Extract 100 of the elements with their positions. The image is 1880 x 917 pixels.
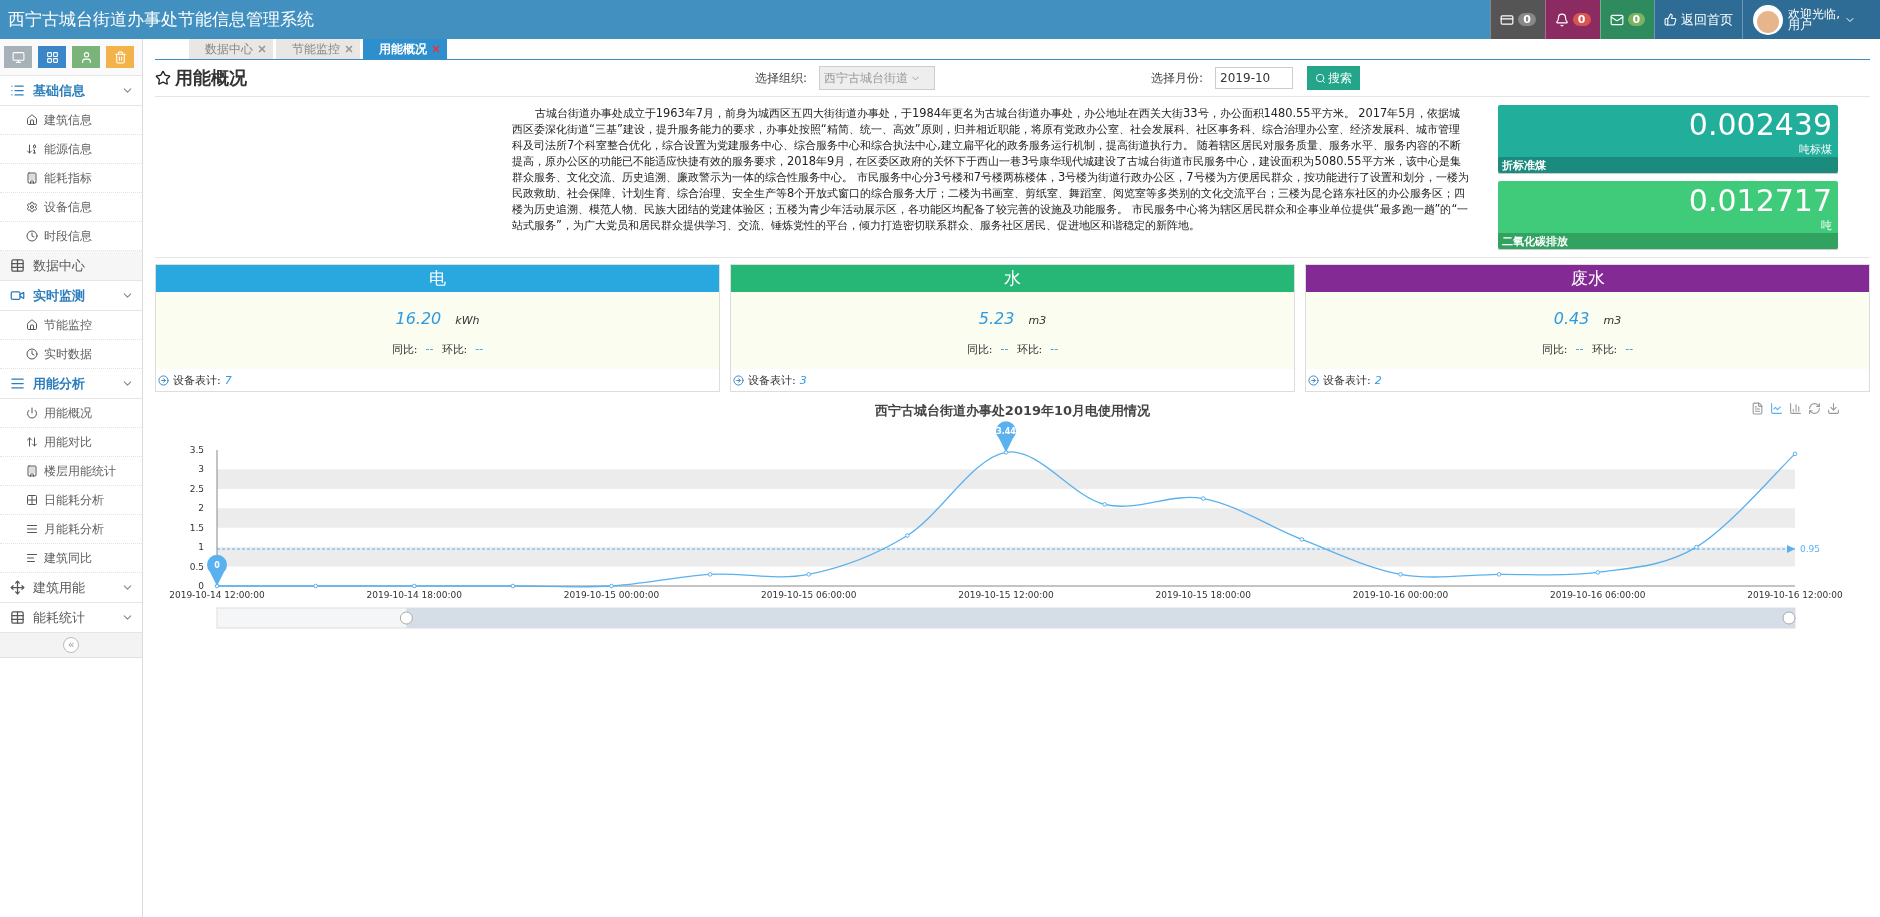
compare-label: 同比: [966, 342, 993, 357]
thumbs-up-icon [1664, 13, 1678, 26]
data-point [707, 572, 713, 577]
shortcut-button[interactable] [38, 46, 66, 68]
clock-icon [26, 230, 38, 242]
building-icon [26, 465, 38, 477]
compare-label: 环比: [1016, 342, 1043, 357]
usage-value: 16.20 [395, 309, 442, 328]
crosshair-icon [10, 580, 25, 595]
sidebar-subitem[interactable]: 能源信息 [0, 135, 142, 164]
usage-value: 0.43 [1553, 309, 1590, 328]
page-title: 用能概况 [155, 66, 755, 90]
download-icon [1827, 402, 1840, 415]
usage-unit: m3 [1028, 314, 1047, 327]
data-point [1102, 502, 1107, 507]
data-point [1003, 450, 1009, 455]
data-point [1694, 544, 1699, 550]
home-icon [26, 319, 38, 331]
stat-unit: 吨 [1820, 218, 1833, 233]
sidebar-subitem[interactable]: 节能监控 [0, 311, 142, 340]
arrow-up-down-icon [26, 436, 38, 448]
data-point [1792, 451, 1798, 457]
stat-unit: 吨标煤 [1798, 142, 1833, 157]
settings-icon [26, 201, 38, 213]
zoom-slider[interactable] [216, 607, 1796, 629]
data-point [1200, 496, 1206, 501]
org-label: 选择组织: [755, 69, 808, 87]
y-tick-label: 1.5 [189, 522, 204, 533]
meter-label: 设备表计: [748, 372, 796, 388]
y-tick-label: 3 [198, 464, 204, 475]
month-field[interactable]: 2019-10 [1215, 67, 1294, 89]
x-tick-label: 2019-10-16 12:00:00 [1747, 590, 1844, 600]
notification-button[interactable]: 0 [1544, 0, 1600, 39]
x-tick-label: 2019-10-15 12:00:00 [958, 590, 1055, 600]
bars-icon [26, 523, 38, 535]
sidebar-subitem[interactable]: 日能耗分析 [0, 486, 142, 515]
data-point [1496, 572, 1502, 577]
x-tick-label: 2019-10-15 06:00:00 [760, 590, 857, 600]
x-tick-label: 2019-10-14 12:00:00 [169, 590, 266, 600]
compare-value: -- [1575, 342, 1584, 357]
close-icon[interactable] [344, 44, 354, 54]
y-tick-label: 0.5 [189, 561, 204, 572]
video-camera-icon [10, 288, 25, 303]
bars-icon [10, 376, 25, 391]
y-tick-label: 1 [198, 542, 204, 553]
refresh-icon [1808, 402, 1821, 415]
x-tick-label: 2019-10-16 06:00:00 [1549, 590, 1646, 600]
star-icon [155, 70, 171, 86]
close-icon[interactable] [431, 44, 441, 54]
month-label: 选择月份: [1151, 69, 1204, 87]
close-icon[interactable] [257, 44, 267, 54]
marker-pin: 0 [207, 554, 227, 586]
grid-icon [45, 50, 59, 64]
home-link[interactable]: 返回首页 [1654, 0, 1743, 39]
app-title: 西宁古城台街道办事处节能信息管理系统 [7, 8, 315, 31]
sidebar-subitem[interactable]: 设备信息 [0, 193, 142, 222]
compare-label: 同比: [391, 342, 418, 357]
sidebar-subitem[interactable]: 建筑信息 [0, 106, 142, 135]
y-tick-label: 0 [198, 581, 205, 591]
search-icon [1315, 72, 1327, 84]
stat-label: 二氧化碳排放 [1498, 233, 1838, 250]
compare-label: 环比: [1591, 342, 1618, 357]
sidebar-item[interactable]: 数据中心 [0, 251, 142, 281]
data-point [1595, 570, 1601, 575]
power-icon [26, 407, 38, 419]
align-left-icon [26, 552, 38, 564]
clock-icon [26, 348, 38, 360]
sidebar-subitem[interactable]: 用能概况 [0, 399, 142, 428]
document-icon [1751, 402, 1764, 415]
x-tick-label: 2019-10-16 00:00:00 [1352, 590, 1449, 600]
building-icon [26, 172, 38, 184]
sidebar-subitem[interactable]: 能耗指标 [0, 164, 142, 193]
sidebar-subitem[interactable]: 用能对比 [0, 428, 142, 457]
arrow-right-icon [1308, 374, 1319, 386]
sort-icon [26, 143, 38, 155]
user-menu[interactable]: 欢迎光临, 用户 [1742, 0, 1880, 39]
data-point [510, 583, 516, 589]
bell-icon [1554, 12, 1569, 27]
shortcut-button[interactable] [72, 46, 100, 68]
notification-button[interactable]: 0 [1490, 0, 1545, 39]
home-icon [26, 114, 38, 126]
compare-label: 环比: [441, 342, 468, 357]
data-point [1299, 537, 1305, 542]
line-chart-icon [1770, 402, 1783, 415]
y-tick-label: 2.5 [189, 483, 204, 494]
intro-paragraph: 古城台街道办事处成立于1963年7月，前身为城西区五四大街街道办事处，于1984年更名为古城台街道办事处，办公地址在西关大街33号，办公面积1480.55平方米。 2017年5月，依据城西区委深化街道“三基”建设，提升服务能力的要求，办事处按照“精简、统一、高效”原则，归并相近职能，将原有党政办公室、社会发展科、社区事务科、综合治理办公室、经济发展科、城市管理科及司法所7个科室整合优化，综合设置为党建服务中心、综合服务中心和综合执法中心,建立扁平化的政务服务运行机制，提高街道执行力。 随着辖区居民对服务质量、服务水平、服务内容的不断提高，原办公区的功能已不能适应快捷有效的服务要求，2018年9月，在区委区政府的关怀下于西山一巷3号康华现代城建设了古城台街道市民服务中心，建设面积为5080.55平方米，该中心是集群众服务、文化交流、历史追溯、廉政警示为一体的综合性服务中心。 市民服务中心分3号楼和7号楼两栋楼体，3号楼为街道行政办公区，7号楼为方便居民群众，按功能进行了设置和划分，一楼为民政救助、社会保障、计划生育、综合治理、安全生产等8个开放式窗口的综合服务大厅；二楼为书画室、剪纸室、舞蹈室、阅览室等多类别的文化交流平台；三楼为昆仑路东社区的办公服务区；四楼为历史追溯、模范人物、民族大团结的党建体验区；五楼为青少年活动展示区，各功能区均配备了较完善的设施及功能服务。 市民服务中心将为辖区居民群众和企事业单位提供“最多跑一趟”的“一站式服务”，为广大党员和居民群众提供学习、交流、锤炼党性的平台，倾力打造密切联系群众、服务社区居民、促进地区和谐稳定的新阵地。 [512, 105, 1470, 234]
x-tick-label: 2019-10-15 18:00:00 [1155, 590, 1252, 600]
usage-unit: m3 [1603, 314, 1622, 327]
data-point [313, 583, 318, 589]
shortcut-button[interactable] [106, 46, 134, 68]
chart-title: 西宁古城台街道办事处2019年10月电使用情况 [874, 402, 1151, 418]
sidebar-subitem[interactable]: 月能耗分析 [0, 515, 142, 544]
tab[interactable]: 用能概况 [363, 39, 447, 59]
compare-value: -- [1050, 342, 1059, 357]
stat-value: 0.012717 [1687, 182, 1833, 218]
monitor-icon [11, 50, 25, 64]
sidebar-subitem[interactable]: 楼层用能统计 [0, 457, 142, 486]
stat-label: 折标准煤 [1498, 157, 1838, 174]
avatar-icon [1752, 3, 1785, 36]
shortcut-button[interactable] [4, 46, 32, 68]
